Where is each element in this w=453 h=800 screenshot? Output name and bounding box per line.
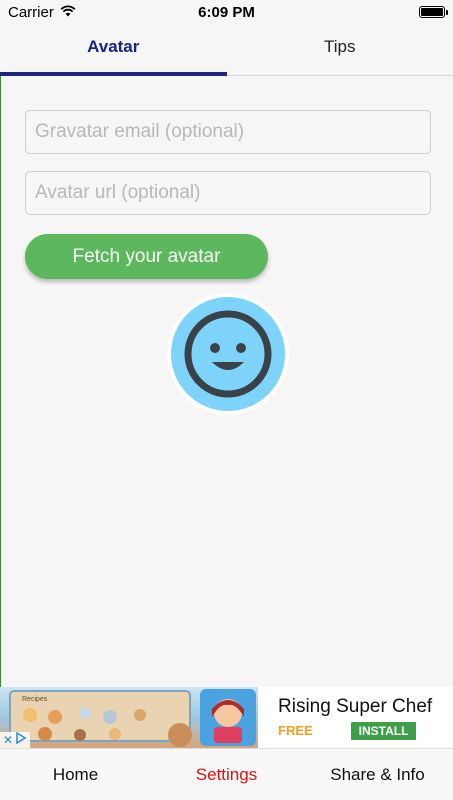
tab-avatar[interactable]: Avatar [0,24,227,76]
nav-home[interactable]: Home [0,749,151,800]
ad-row: FREE INSTALL [278,721,453,740]
smiley-face-icon [171,297,285,411]
ad-game-image: Recipes ✕ [0,687,258,748]
avatar-image [167,293,289,415]
top-tabs: Avatar Tips [0,24,453,76]
tab-tips[interactable]: Tips [227,24,453,75]
ad-banner[interactable]: Recipes ✕ Rising Super Chef FREE INSTALL [0,687,453,748]
nav-share-info[interactable]: Share & Info [302,749,453,800]
status-bar: Carrier 6:09 PM [0,0,453,24]
window-left-edge [0,0,1,800]
ad-choices[interactable]: ✕ [0,731,31,748]
battery-icon [419,6,448,18]
status-left: Carrier [8,4,76,21]
ad-choices-icon[interactable] [15,731,27,748]
nav-settings[interactable]: Settings [151,749,302,800]
avatar-url-input[interactable] [25,171,431,215]
bottom-tab-bar: Home Settings Share & Info [0,748,453,800]
gravatar-email-input[interactable] [25,110,431,154]
ad-price: FREE [278,723,313,738]
ad-text: Rising Super Chef FREE INSTALL [258,687,453,748]
ad-game-label: Recipes [22,696,48,703]
ad-install-button[interactable]: INSTALL [350,721,417,740]
carrier-label: Carrier [8,3,54,21]
close-icon[interactable]: ✕ [3,733,13,747]
wifi-icon [60,4,76,21]
fetch-avatar-button[interactable]: Fetch your avatar [25,234,268,279]
ad-title: Rising Super Chef [278,695,433,717]
